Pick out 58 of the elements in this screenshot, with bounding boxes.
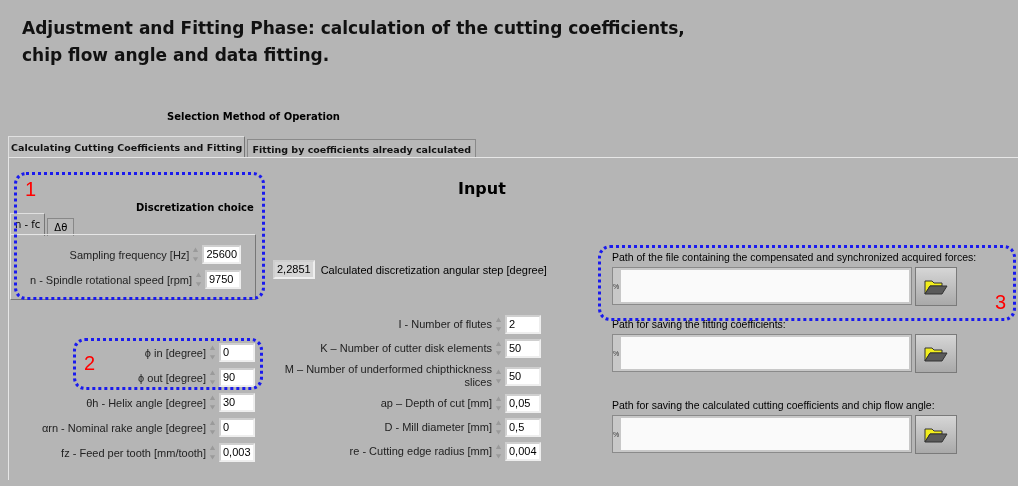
numeric-field[interactable]: 0,004 [505,442,541,461]
field-label: ϕ out [degree] [138,371,206,384]
field-label: αrn - Nominal rake angle [degree] [41,421,206,434]
spin-buttons[interactable] [495,442,502,461]
browse-button[interactable] [915,415,957,454]
numeric-field[interactable]: 9750 [205,270,241,289]
numeric-indicator: 2,2851 [273,260,315,279]
mode-tab[interactable]: Calculating Cutting Coefficients and Fitting [8,136,246,159]
spin-buttons[interactable] [209,343,216,362]
numeric-field[interactable]: 90 [219,368,255,387]
numeric-field[interactable]: 2 [505,315,541,334]
selector-label: Selection Method of Operation [167,111,340,122]
spin-buttons[interactable] [495,418,502,437]
page-title: Adjustment and Fitting Phase: calculation of the cutting coefficients, [22,17,685,40]
field-label: M – Number of underformed chipthickness slices [283,363,492,389]
field-label: ap – Depth of cut [mm] [380,397,492,410]
annotation-number: 3 [995,291,1007,314]
field-label: K – Number of cutter disk elements [320,342,492,355]
group-label: Discretization choice [136,202,254,213]
path-label: Path for saving the fitting coefficients: [612,318,787,330]
numeric-field[interactable]: 0 [219,418,255,437]
numeric-field[interactable]: 0 [219,343,255,362]
field-label: I - Number of flutes [398,318,492,331]
folder-icon [924,278,948,295]
section-title: Input [458,179,506,198]
spin-buttons[interactable] [209,368,216,387]
path-label: Path of the file containing the compensated and synchronized acquired forces: [612,251,977,263]
numeric-field[interactable]: 0,003 [219,443,255,462]
mode-tab[interactable]: Fitting by coefficients already calculated [247,139,477,159]
numeric-field[interactable]: 0,5 [505,418,541,437]
numeric-field[interactable]: 25600 [202,245,241,264]
spin-buttons[interactable] [495,339,502,358]
indicator-label: Calculated discretization angular step [degree] [320,263,547,276]
field-label: Sampling frequency [Hz] [69,248,190,261]
annotation-number: 1 [25,178,37,201]
spin-buttons[interactable] [209,443,216,462]
path-label: Path for saving the calculated cutting coefficients and chip flow angle: [612,399,936,411]
numeric-field[interactable]: 50 [505,339,541,358]
spin-buttons[interactable] [495,394,502,413]
numeric-field[interactable]: 0,05 [505,394,541,413]
browse-button[interactable] [915,267,957,306]
browse-button[interactable] [915,334,957,373]
field-label: n - Spindle rotational speed [rpm] [29,273,192,286]
field-label: fz - Feed per tooth [mm/tooth] [61,446,206,459]
folder-icon [924,426,948,443]
field-label: ϕ in [degree] [144,346,206,359]
spin-buttons[interactable] [209,393,216,412]
spin-buttons[interactable] [495,315,502,334]
field-label: D - Mill diameter [mm] [384,421,492,434]
spin-buttons[interactable] [192,245,200,264]
spin-buttons[interactable] [209,418,216,437]
annotation-number: 2 [84,352,96,375]
numeric-field[interactable]: 30 [219,393,255,412]
spin-buttons[interactable] [195,270,202,289]
field-label: θh - Helix angle [degree] [86,396,206,409]
folder-icon [924,345,948,362]
field-label: re - Cutting edge radius [mm] [349,445,492,458]
page-title: chip flow angle and data fitting. [22,44,331,67]
